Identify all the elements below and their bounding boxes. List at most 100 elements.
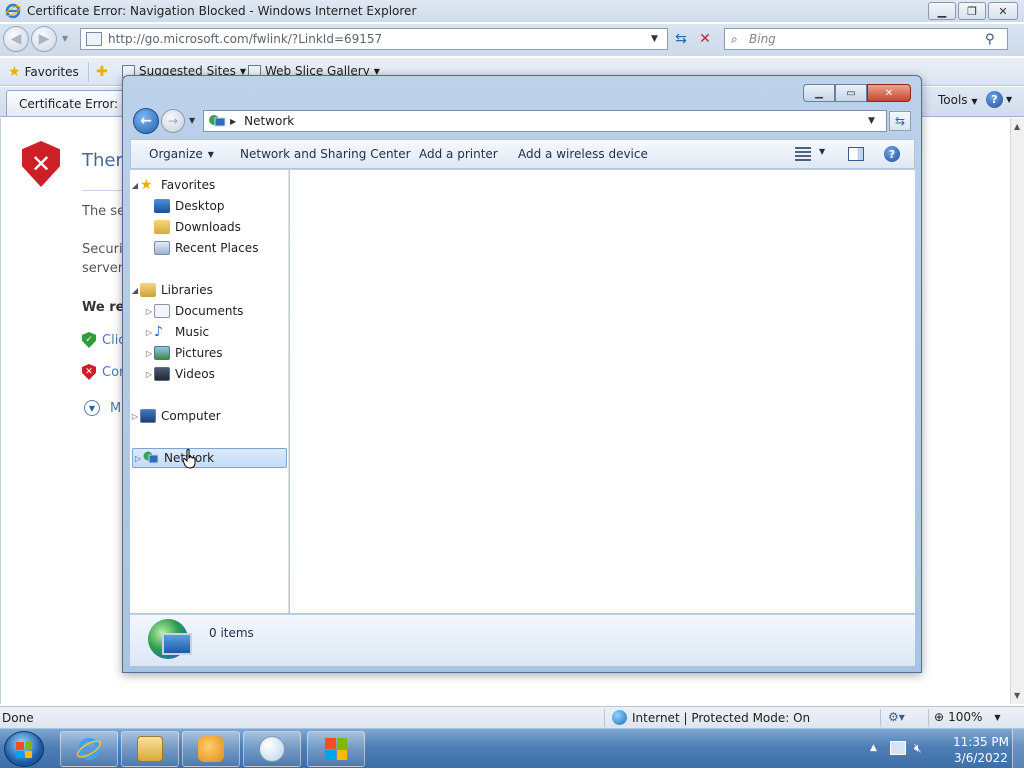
ie-close-button[interactable]: ✕ (988, 2, 1018, 20)
more-information-option[interactable]: ▼ M (84, 400, 121, 416)
libraries-icon (140, 283, 156, 297)
paint-palette-icon (259, 736, 285, 762)
help-icon[interactable]: ? (884, 146, 900, 162)
ie-url-field[interactable]: http://go.microsoft.com/fwlink/?LinkId=6… (80, 28, 668, 50)
start-button[interactable] (4, 731, 44, 767)
back-arrow-icon: ◀ (10, 31, 22, 47)
refresh-icon: ⇆ (894, 114, 906, 128)
network-icon (143, 451, 159, 464)
scroll-up-icon[interactable]: ▲ (1014, 122, 1020, 131)
taskbar-windows-explorer[interactable] (121, 731, 179, 767)
add-to-favorites-button[interactable]: ✚ (96, 64, 108, 80)
network-sharing-center-button[interactable]: Network and Sharing Center (240, 147, 411, 161)
status-divider (928, 709, 929, 727)
add-wireless-device-button[interactable]: Add a wireless device (518, 147, 648, 161)
search-icon[interactable]: ⚲ (985, 32, 1007, 47)
ie-tab-current[interactable]: Certificate Error: N (6, 90, 126, 116)
explorer-content-area[interactable] (290, 170, 915, 613)
compatibility-icon[interactable]: ⚙▾ (888, 710, 905, 724)
collapse-arrow-icon[interactable]: ◢ (130, 181, 140, 190)
show-desktop-button[interactable] (1012, 729, 1024, 769)
nav-item-videos[interactable]: ▷ Videos (130, 364, 287, 384)
system-clock[interactable]: 11:35 PM 3/6/2022 (944, 734, 1018, 766)
expand-arrow-icon[interactable]: ▷ (130, 412, 140, 421)
explorer-refresh-button[interactable]: ⇆ (889, 111, 911, 131)
ie-search-field[interactable]: ⌕ Bing ⚲ (724, 28, 1008, 50)
nav-item-music[interactable]: ▷ ♪ Music (130, 322, 287, 342)
expand-arrow-icon[interactable]: ▷ (144, 349, 154, 358)
nav-item-label: Favorites (161, 178, 216, 192)
favorites-button[interactable]: ★ Favorites (8, 64, 79, 80)
volume-muted-icon[interactable]: 🔇︎ (914, 741, 930, 755)
add-printer-button[interactable]: Add a printer (419, 147, 498, 161)
taskbar-internet-explorer[interactable] (60, 731, 118, 767)
explorer-address-bar[interactable]: ▶ Network ▼ (203, 110, 887, 132)
network-tray-icon[interactable] (890, 741, 906, 755)
change-view-icon[interactable] (795, 147, 811, 161)
status-done-text: Done (2, 711, 34, 725)
favbar-divider (88, 62, 89, 82)
explorer-close-button[interactable]: ✕ (867, 84, 911, 102)
ie-back-button[interactable]: ◀ (3, 26, 29, 52)
explorer-forward-button[interactable]: → (161, 109, 185, 133)
add-printer-label: Add a printer (419, 147, 498, 161)
url-dropdown-icon[interactable]: ▼ (651, 34, 667, 44)
ie-help-menu[interactable]: ? ▼ (986, 91, 1012, 108)
nav-item-network[interactable]: ▷ Network (132, 448, 287, 468)
explorer-minimize-button[interactable]: ▁ (803, 84, 835, 102)
view-options-dropdown-icon[interactable]: ▼ (819, 147, 825, 156)
recent-pages-dropdown-icon[interactable]: ▼ (189, 116, 195, 125)
ie-stop-button[interactable]: ✕ (694, 28, 716, 50)
explorer-back-button[interactable]: ← (133, 108, 159, 134)
ie-history-dropdown-icon[interactable]: ▼ (62, 34, 68, 43)
ie-restore-button[interactable]: ❐ (958, 2, 986, 20)
close-webpage-option[interactable]: ✓ Clic (82, 332, 125, 348)
ie-forward-button[interactable]: ▶ (31, 26, 57, 52)
nav-item-label: Music (175, 325, 210, 339)
expand-arrow-icon[interactable]: ▷ (144, 307, 154, 316)
ie-vertical-scrollbar[interactable]: ▲ ▼ (1010, 118, 1024, 704)
nav-item-computer[interactable]: ▷ Computer (130, 406, 287, 426)
breadcrumb-chevron-icon[interactable]: ▶ (230, 117, 236, 126)
favorites-star-icon: ★ (8, 64, 21, 80)
preview-pane-icon[interactable] (848, 147, 864, 161)
nav-item-documents[interactable]: ▷ Documents (130, 301, 287, 321)
clock-date: 3/6/2022 (954, 751, 1008, 765)
taskbar-paint[interactable] (243, 731, 301, 767)
nav-item-downloads[interactable]: Downloads (130, 217, 287, 237)
scroll-down-icon[interactable]: ▼ (1014, 691, 1020, 700)
collapse-arrow-icon[interactable]: ◢ (130, 286, 140, 295)
ie-refresh-button[interactable]: ⇆ (670, 28, 692, 50)
organize-menu[interactable]: Organize ▼ (149, 147, 214, 161)
ie-search-placeholder: Bing (749, 32, 776, 46)
zoom-magnifier-icon: ⊕ (934, 710, 945, 724)
ie-minimize-button[interactable]: ▁ (928, 2, 956, 20)
taskbar-windows-flag-app[interactable] (307, 731, 365, 767)
zoom-control[interactable]: ⊕ 100% ▼ (934, 710, 1001, 724)
nav-item-recent-places[interactable]: Recent Places (130, 238, 287, 258)
tools-menu[interactable]: Tools ▼ (938, 93, 978, 107)
nav-item-favorites[interactable]: ◢ ★ Favorites (130, 175, 287, 195)
tools-label: Tools (938, 93, 968, 107)
network-sharing-center-label: Network and Sharing Center (240, 147, 411, 161)
ie-logo-icon (76, 738, 102, 760)
expand-arrow-icon[interactable]: ▷ (144, 328, 154, 337)
documents-icon (154, 304, 170, 318)
explorer-maximize-button[interactable]: ▭ (835, 84, 867, 102)
ie-title: Certificate Error: Navigation Blocked - … (27, 4, 417, 18)
show-hidden-icons-icon[interactable]: ▲ (870, 743, 877, 753)
network-monitor-icon (162, 633, 192, 655)
navigation-pane: ◢ ★ Favorites Desktop Downloads Recent P… (130, 170, 289, 613)
explorer-window-controls: ▁ ▭ ✕ (803, 84, 911, 102)
continue-website-option[interactable]: ✕ Cor (82, 364, 124, 380)
videos-icon (154, 367, 170, 381)
expand-arrow-icon[interactable]: ▷ (133, 454, 143, 463)
taskbar-media-player[interactable] (182, 731, 240, 767)
address-dropdown-icon[interactable]: ▼ (868, 116, 886, 126)
nav-item-pictures[interactable]: ▷ Pictures (130, 343, 287, 363)
expand-arrow-icon[interactable]: ▷ (144, 370, 154, 379)
nav-item-libraries[interactable]: ◢ Libraries (130, 280, 287, 300)
nav-item-desktop[interactable]: Desktop (130, 196, 287, 216)
ie-address-bar-row: ◀ ▶ ▼ http://go.microsoft.com/fwlink/?Li… (0, 24, 1024, 56)
security-zone-indicator[interactable]: Internet | Protected Mode: On (612, 710, 810, 725)
